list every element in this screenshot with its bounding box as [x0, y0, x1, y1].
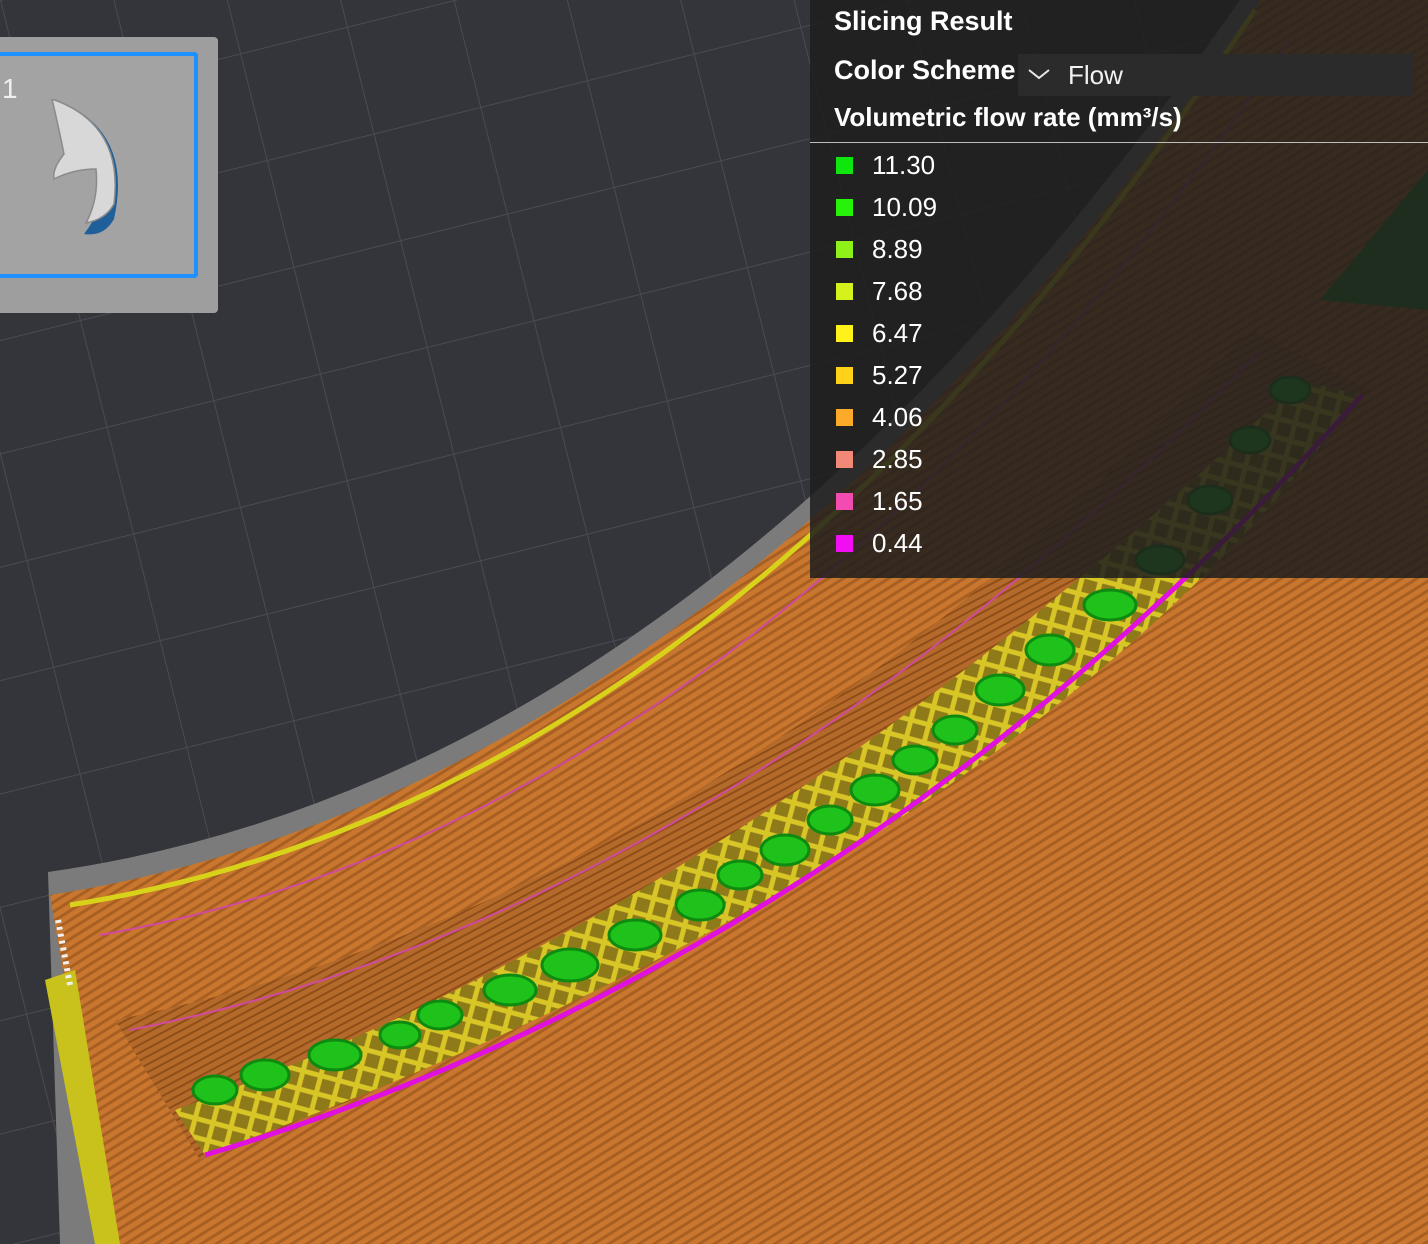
legend-color-swatch: [836, 535, 853, 552]
color-scheme-dropdown[interactable]: Flow: [1018, 54, 1414, 96]
legend-value: 1.65: [872, 486, 923, 516]
legend-color-swatch: [836, 241, 853, 258]
legend-value: 6.47: [872, 318, 923, 348]
panel-title: Slicing Result: [834, 6, 1013, 36]
legend-value: 11.30: [872, 150, 936, 180]
legend-value: 4.06: [872, 402, 923, 432]
legend-color-swatch: [836, 283, 853, 300]
legend-value: 0.44: [872, 528, 923, 558]
legend-value: 5.27: [872, 360, 923, 390]
legend-value: 10.09: [872, 192, 938, 222]
divider: [810, 142, 1428, 143]
plate-number: 1: [2, 73, 18, 104]
color-scheme-row: Color Scheme Flow: [810, 54, 1428, 96]
legend-color-swatch: [836, 493, 853, 510]
legend-value: 2.85: [872, 444, 923, 474]
legend-subtitle: Volumetric flow rate (mm³/s): [834, 102, 1182, 132]
legend-color-swatch: [836, 409, 853, 426]
chevron-down-icon: [1028, 69, 1050, 80]
legend-value: 7.68: [872, 276, 923, 306]
slicing-result-panel: Slicing Result Color Scheme Flow Volumet…: [810, 0, 1428, 578]
legend-value: 8.89: [872, 234, 923, 264]
legend-color-swatch: [836, 157, 853, 174]
plate-thumbnail[interactable]: 1: [0, 37, 218, 313]
legend-color-swatch: [836, 367, 853, 384]
model-preview-image: [51, 99, 118, 235]
legend-color-swatch: [836, 199, 853, 216]
legend-color-swatch: [836, 325, 853, 342]
color-scheme-label: Color Scheme: [834, 55, 1016, 85]
color-scheme-value: Flow: [1068, 60, 1123, 90]
legend-color-swatch: [836, 451, 853, 468]
